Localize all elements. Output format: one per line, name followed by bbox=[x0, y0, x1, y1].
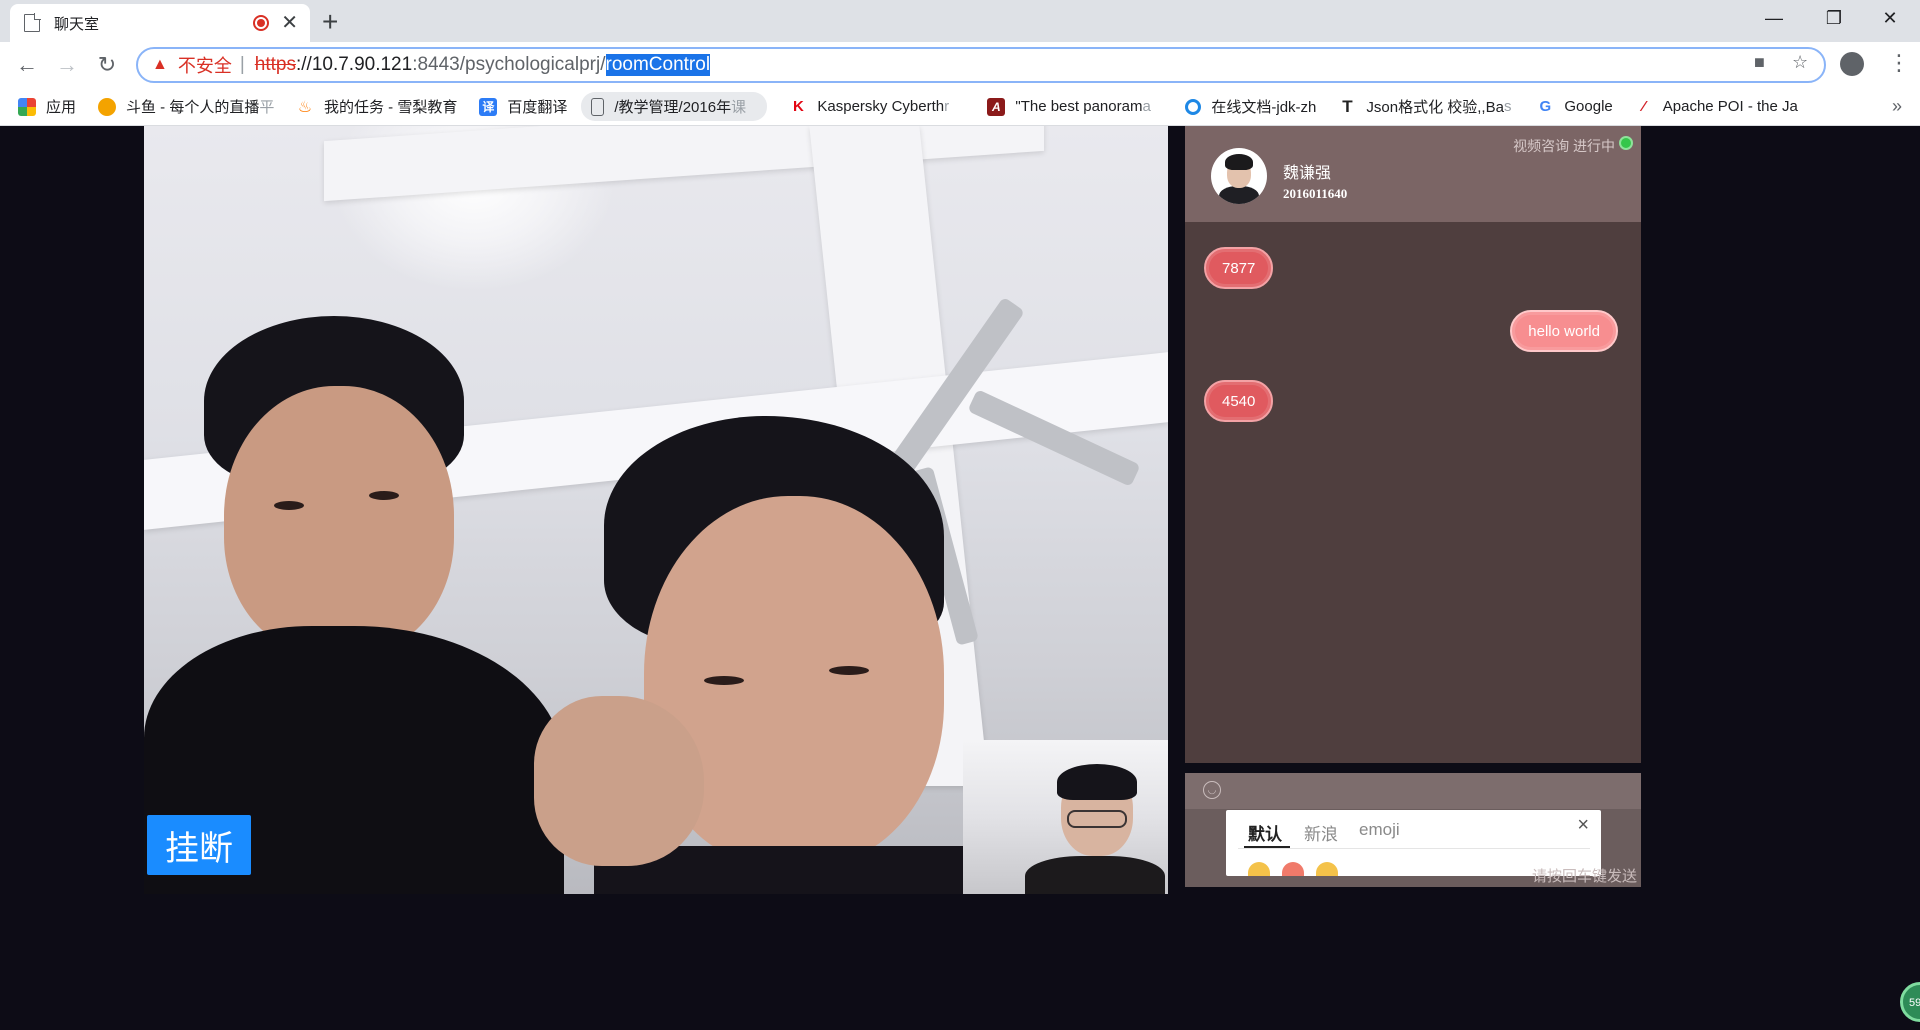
active-tab-underline bbox=[1244, 846, 1290, 848]
message-bubble: 4540 bbox=[1204, 380, 1274, 422]
local-video-preview bbox=[963, 740, 1168, 894]
browser-tabstrip: 聊天室 ✕ + — ❐ ✕ bbox=[0, 0, 1920, 42]
douyu-fish-icon bbox=[98, 97, 117, 116]
baidu-translate-icon: 译 bbox=[479, 97, 498, 116]
emoji-item[interactable] bbox=[1316, 862, 1338, 876]
floating-badge[interactable]: 59 bbox=[1900, 982, 1920, 1022]
url-host: ://10.7.90.121 bbox=[295, 54, 413, 75]
bookmark-label-fade: s bbox=[1503, 98, 1512, 115]
recording-icon bbox=[253, 15, 270, 31]
bookmark-label: Google bbox=[1564, 98, 1613, 115]
emoji-item[interactable] bbox=[1282, 862, 1304, 876]
close-icon[interactable]: × bbox=[1577, 814, 1589, 837]
bookmarks-more-icon[interactable]: » bbox=[1892, 96, 1902, 117]
bookmark-label: Apache POI - the Ja bbox=[1662, 98, 1798, 115]
star-icon[interactable]: ☆ bbox=[1792, 52, 1808, 73]
flame-icon: ♨ bbox=[297, 98, 313, 116]
contact-name: 魏谦强 bbox=[1283, 165, 1332, 182]
emoji-tab-emoji[interactable]: emoji bbox=[1359, 820, 1400, 840]
message-list: 7877 hello world 4540 bbox=[1185, 222, 1641, 763]
url-scheme: https bbox=[254, 54, 296, 75]
forward-arrow-icon[interactable]: → bbox=[52, 50, 82, 80]
emoji-tab-default[interactable]: 默认 bbox=[1248, 820, 1282, 845]
bookmark-label: 百度翻译 bbox=[507, 99, 568, 116]
bookmark-label: "The best panoram bbox=[1015, 98, 1143, 115]
online-status-icon bbox=[1619, 136, 1633, 150]
bookmark-apps[interactable]: 应用 bbox=[18, 96, 76, 117]
reload-icon[interactable]: ↻ bbox=[92, 50, 122, 80]
bookmark-apache-poi[interactable]: ⁄ Apache POI - the Ja bbox=[1635, 98, 1805, 116]
url-path: :8443/psychologicalprj/ bbox=[412, 54, 606, 75]
panorama-icon: A bbox=[987, 97, 1006, 116]
bookmark-panorama[interactable]: A "The best panoram a bbox=[987, 97, 1163, 116]
browser-toolbar: ← → ↻ ▲ 不安全 | https ://10.7.90.121 :8443… bbox=[0, 42, 1920, 88]
bookmark-label: /教学管理/2016年 bbox=[614, 99, 732, 116]
warning-icon: ▲ bbox=[152, 56, 168, 73]
window-close-button[interactable]: ✕ bbox=[1862, 0, 1918, 36]
minimize-button[interactable]: — bbox=[1746, 0, 1802, 36]
json-tool-icon: T bbox=[1342, 96, 1353, 116]
bookmark-label: Json格式化 校验,,Ba bbox=[1366, 99, 1504, 116]
message-bubble: hello world bbox=[1510, 310, 1618, 352]
bookmark-google[interactable]: G Google bbox=[1536, 98, 1613, 116]
camera-icon[interactable]: ■ bbox=[1754, 52, 1765, 73]
bookmark-kaspersky[interactable]: K Kaspersky Cyberth r bbox=[789, 98, 965, 116]
emoji-tab-sina[interactable]: 新浪 bbox=[1304, 820, 1338, 845]
kaspersky-icon: K bbox=[792, 98, 804, 115]
hangup-button[interactable]: 挂断 bbox=[147, 815, 251, 875]
bookmark-label-fade: a bbox=[1142, 98, 1151, 115]
chat-header: 魏谦强 2016011640 视频咨询 进行中 bbox=[1185, 126, 1641, 222]
google-icon: G bbox=[1539, 98, 1552, 115]
emoji-item[interactable] bbox=[1248, 862, 1270, 876]
bookmark-teaching[interactable]: /教学管理/2016年课 bbox=[581, 92, 768, 121]
avatar bbox=[1211, 148, 1267, 204]
input-toolbar bbox=[1185, 773, 1641, 809]
bookmark-label: 应用 bbox=[46, 99, 77, 116]
send-hint: 请按回车键发送 bbox=[1531, 868, 1637, 885]
apache-feather-icon: ⁄ bbox=[1642, 98, 1646, 115]
new-tab-button[interactable]: + bbox=[322, 6, 338, 38]
bookmark-label-fade: r bbox=[944, 98, 950, 115]
browser-tab[interactable]: 聊天室 ✕ bbox=[10, 4, 310, 42]
tab-close-icon[interactable]: ✕ bbox=[281, 13, 298, 33]
url-selection: roomControl bbox=[605, 54, 711, 76]
address-bar[interactable]: ▲ 不安全 | https ://10.7.90.121 :8443/psych… bbox=[136, 47, 1826, 83]
back-arrow-icon[interactable]: ← bbox=[12, 50, 42, 80]
bookmark-label: 在线文档-jdk-zh bbox=[1211, 99, 1317, 116]
message-bubble: 7877 bbox=[1204, 247, 1274, 289]
apps-grid-icon bbox=[18, 97, 36, 116]
message-input-panel[interactable]: ◡ 默认 新浪 emoji × 请按回车键发送 bbox=[1185, 773, 1641, 887]
page-icon bbox=[24, 13, 41, 32]
page-icon bbox=[591, 97, 605, 116]
bookmark-label: 我的任务 - 雪梨教育 bbox=[324, 99, 458, 116]
url-separator: | bbox=[239, 54, 245, 75]
bookmark-label: Kaspersky Cyberth bbox=[817, 98, 945, 115]
bookmark-json[interactable]: T Json格式化 校验,,Ba s bbox=[1338, 96, 1514, 117]
call-status: 视频咨询 进行中 bbox=[1513, 138, 1615, 154]
smile-icon[interactable]: ◡ bbox=[1203, 781, 1221, 799]
profile-avatar-icon[interactable] bbox=[1840, 52, 1864, 76]
bookmark-jdk-docs[interactable]: 在线文档-jdk-zh bbox=[1185, 96, 1316, 117]
bookmark-baidu-translate[interactable]: 译 百度翻译 bbox=[479, 96, 567, 117]
insecure-label: 不安全 bbox=[177, 56, 232, 76]
bookmark-label-fade: 课 bbox=[731, 99, 747, 116]
bookmarks-bar: 应用 斗鱼 - 每个人的直播平 ♨ 我的任务 - 雪梨教育 译 百度翻译 /教学… bbox=[0, 88, 1920, 126]
ceiling-beam bbox=[324, 126, 1044, 202]
bookmark-douyu[interactable]: 斗鱼 - 每个人的直播平 bbox=[98, 96, 274, 117]
restore-button[interactable]: ❐ bbox=[1806, 0, 1862, 36]
bookmark-label-fade: 平 bbox=[259, 99, 275, 116]
tab-title: 聊天室 bbox=[54, 15, 100, 33]
hand bbox=[534, 696, 704, 866]
bookmark-task[interactable]: ♨ 我的任务 - 雪梨教育 bbox=[296, 96, 458, 117]
contact-id: 2016011640 bbox=[1283, 186, 1348, 201]
emoji-divider bbox=[1238, 848, 1590, 849]
online-docs-icon bbox=[1185, 98, 1202, 115]
menu-dots-icon[interactable]: ⋮ bbox=[1888, 50, 1910, 76]
bookmark-label: 斗鱼 - 每个人的直播 bbox=[126, 99, 260, 116]
